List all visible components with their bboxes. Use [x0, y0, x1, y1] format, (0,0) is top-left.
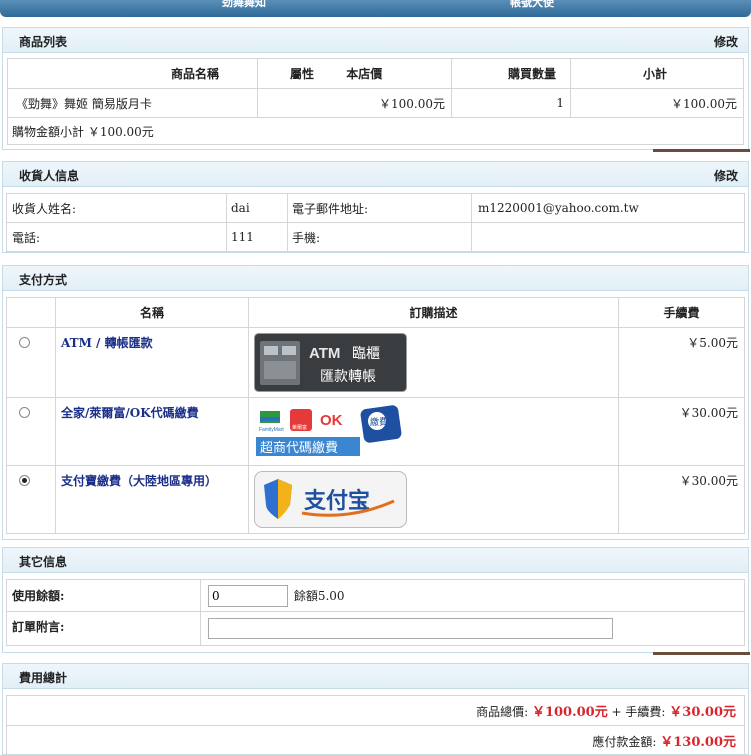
payment-radio-atm[interactable]: [19, 337, 30, 348]
col-payment-fee: 手續費: [618, 297, 745, 328]
summary-fee-value: ￥30.00元: [669, 705, 736, 720]
table-row: 《勁舞》舞姬 簡易版月卡 ￥100.00元 1 ￥100.00元: [7, 88, 744, 118]
col-subtotal: 小計: [570, 58, 744, 89]
product-table: 商品名稱 屬性 本店價 購買數量 小計 《勁舞》舞姬 簡易版月卡 ￥100.00…: [7, 58, 744, 145]
product-qty-cell: 1: [451, 88, 571, 118]
payment-panel: 支付方式 名稱 訂購描述 手續費 ATM / 轉帳匯款 ATM 臨櫃 匯款轉帳 …: [2, 265, 749, 540]
payment-name-alipay[interactable]: 支付寶繳費（大陸地區專用）: [61, 474, 217, 488]
other-info-panel: 其它信息 使用餘額: 餘額5.00 訂單附言:: [2, 547, 750, 655]
atm-banner-image: ATM 臨櫃 匯款轉帳: [254, 333, 407, 392]
consignee-panel: 收貨人信息 修改 收貨人姓名: dai 電子郵件地址: m1220001@yah…: [2, 161, 749, 253]
other-info-header: 其它信息: [3, 548, 748, 573]
payment-table: 名稱 訂購描述 手續費 ATM / 轉帳匯款 ATM 臨櫃 匯款轉帳 ￥5.00…: [6, 297, 745, 534]
balance-note: 餘額5.00: [293, 588, 345, 603]
consignee-mobile-label: 手機:: [287, 222, 472, 252]
summary-pay-cell: 應付款金額: ￥130.00元: [6, 725, 745, 755]
summary-pay-label: 應付款金額:: [592, 735, 657, 749]
consignee-edit-link[interactable]: 修改: [714, 167, 738, 184]
summary-table: 商品總價: ￥100.00元 + 手續費: ￥30.00元 應付款金額: ￥13…: [6, 695, 745, 755]
alipay-banner-image: 支付宝: [254, 471, 407, 528]
col-attr: 屬性: [290, 67, 315, 81]
payment-fee-alipay: ￥30.00元: [618, 465, 745, 534]
product-total-row: 購物金額小計 ￥100.00元: [7, 117, 744, 145]
cvs-logo-hilife: 萊爾富: [292, 424, 307, 431]
table-row: 電話: 111 手機:: [6, 222, 745, 252]
consignee-mobile-value: [471, 222, 745, 252]
atm-banner-text-top: ATM: [309, 345, 340, 362]
other-info-table: 使用餘額: 餘額5.00 訂單附言:: [6, 579, 745, 646]
summary-fee-label: + 手續費:: [611, 705, 666, 719]
product-total-text: 購物金額小計 ￥100.00元: [7, 117, 744, 145]
cvs-logo-familymart: FamilyMart: [259, 427, 284, 433]
col-price: 本店價: [346, 67, 383, 81]
table-row: 使用餘額: 餘額5.00: [6, 579, 745, 612]
col-qty: 購買數量: [451, 58, 571, 89]
payment-radio-alipay[interactable]: [19, 475, 30, 486]
consignee-email-label: 電子郵件地址:: [287, 193, 472, 223]
cvs-logo-pay: 繳費: [370, 416, 388, 428]
balance-input[interactable]: [208, 584, 288, 607]
panel-corner-tab: [653, 149, 750, 152]
summary-goods-label: 商品總價:: [476, 705, 529, 719]
consignee-name-label: 收貨人姓名:: [6, 193, 227, 223]
summary-goods-value: ￥100.00元: [531, 705, 608, 720]
summary-title: 費用總計: [19, 671, 68, 685]
cvs-banner-image: FamilyMart 萊爾富 OK 繳費 超商代碼繳費: [254, 403, 407, 459]
payment-radio-cvs[interactable]: [19, 407, 30, 418]
consignee-phone-label: 電話:: [6, 222, 227, 252]
payment-row-atm[interactable]: ATM / 轉帳匯款 ATM 臨櫃 匯款轉帳 ￥5.00元: [6, 327, 745, 398]
order-note-input[interactable]: [208, 618, 613, 639]
payment-name-atm[interactable]: ATM / 轉帳匯款: [61, 336, 153, 350]
summary-panel: 費用總計 商品總價: ￥100.00元 + 手續費: ￥30.00元 應付款金額…: [2, 663, 749, 755]
product-price-cell: ￥100.00元: [257, 88, 452, 118]
payment-title: 支付方式: [19, 273, 68, 287]
col-payment-desc: 訂購描述: [248, 297, 619, 328]
table-row: 收貨人姓名: dai 電子郵件地址: m1220001@yahoo.com.tw: [6, 193, 745, 223]
payment-table-header: 名稱 訂購描述 手續費: [6, 297, 745, 328]
product-edit-link[interactable]: 修改: [714, 33, 738, 50]
product-name-cell[interactable]: 《勁舞》舞姬 簡易版月卡: [7, 88, 258, 118]
table-row: 應付款金額: ￥130.00元: [6, 725, 745, 755]
consignee-name-value: dai: [226, 193, 288, 223]
top-nav-tab-right[interactable]: 帳號大使: [510, 0, 554, 10]
product-table-header: 商品名稱 屬性 本店價 購買數量 小計: [7, 58, 744, 89]
product-list-panel: 商品列表 修改 商品名稱 屬性 本店價 購買數量 小計 《勁舞》舞姬 簡易版月卡…: [2, 27, 750, 152]
consignee-phone-value: 111: [226, 222, 288, 252]
payment-row-cvs[interactable]: 全家/萊爾富/OK代碼繳費 FamilyMart 萊爾富 OK 繳費 超商代碼繳…: [6, 397, 745, 466]
panel-corner-tab: [653, 652, 750, 655]
balance-label: 使用餘額:: [6, 579, 201, 612]
other-info-title: 其它信息: [19, 555, 68, 569]
payment-fee-atm: ￥5.00元: [618, 327, 745, 398]
col-payment-name: 名稱: [55, 297, 249, 328]
summary-header: 費用總計: [3, 664, 748, 689]
atm-banner-text-bottom: 匯款轉帳: [320, 369, 376, 385]
order-note-label: 訂單附言:: [6, 611, 201, 646]
summary-goods-cell: 商品總價: ￥100.00元 + 手續費: ￥30.00元: [6, 695, 745, 726]
col-radio: [6, 297, 56, 328]
payment-name-cvs[interactable]: 全家/萊爾富/OK代碼繳費: [61, 406, 199, 420]
payment-header: 支付方式: [3, 266, 748, 291]
consignee-header: 收貨人信息 修改: [3, 162, 748, 187]
product-subtotal-cell: ￥100.00元: [570, 88, 744, 118]
col-attr-price: 屬性 本店價: [257, 58, 452, 89]
payment-fee-cvs: ￥30.00元: [618, 397, 745, 466]
product-list-header: 商品列表 修改: [3, 28, 748, 53]
atm-banner-text-top2: 臨櫃: [352, 346, 380, 362]
consignee-email-value: m1220001@yahoo.com.tw: [471, 193, 745, 223]
table-row: 商品總價: ￥100.00元 + 手續費: ￥30.00元: [6, 695, 745, 726]
table-row: 訂單附言:: [6, 611, 745, 646]
payment-row-alipay[interactable]: 支付寶繳費（大陸地區專用） 支付宝 ￥30.00元: [6, 465, 745, 534]
product-list-title: 商品列表: [19, 35, 68, 49]
top-nav-bar: 劲舞舞知 帳號大使: [0, 0, 751, 17]
cvs-banner-text: 超商代碼繳費: [260, 441, 338, 456]
summary-pay-value: ￥130.00元: [660, 735, 736, 750]
top-nav-tab-left[interactable]: 劲舞舞知: [222, 0, 266, 10]
alipay-logo-text: 支付宝: [304, 488, 370, 514]
consignee-title: 收貨人信息: [19, 169, 80, 183]
cvs-logo-ok: OK: [320, 412, 343, 429]
col-product-name: 商品名稱: [7, 58, 258, 89]
consignee-table: 收貨人姓名: dai 電子郵件地址: m1220001@yahoo.com.tw…: [6, 193, 745, 252]
